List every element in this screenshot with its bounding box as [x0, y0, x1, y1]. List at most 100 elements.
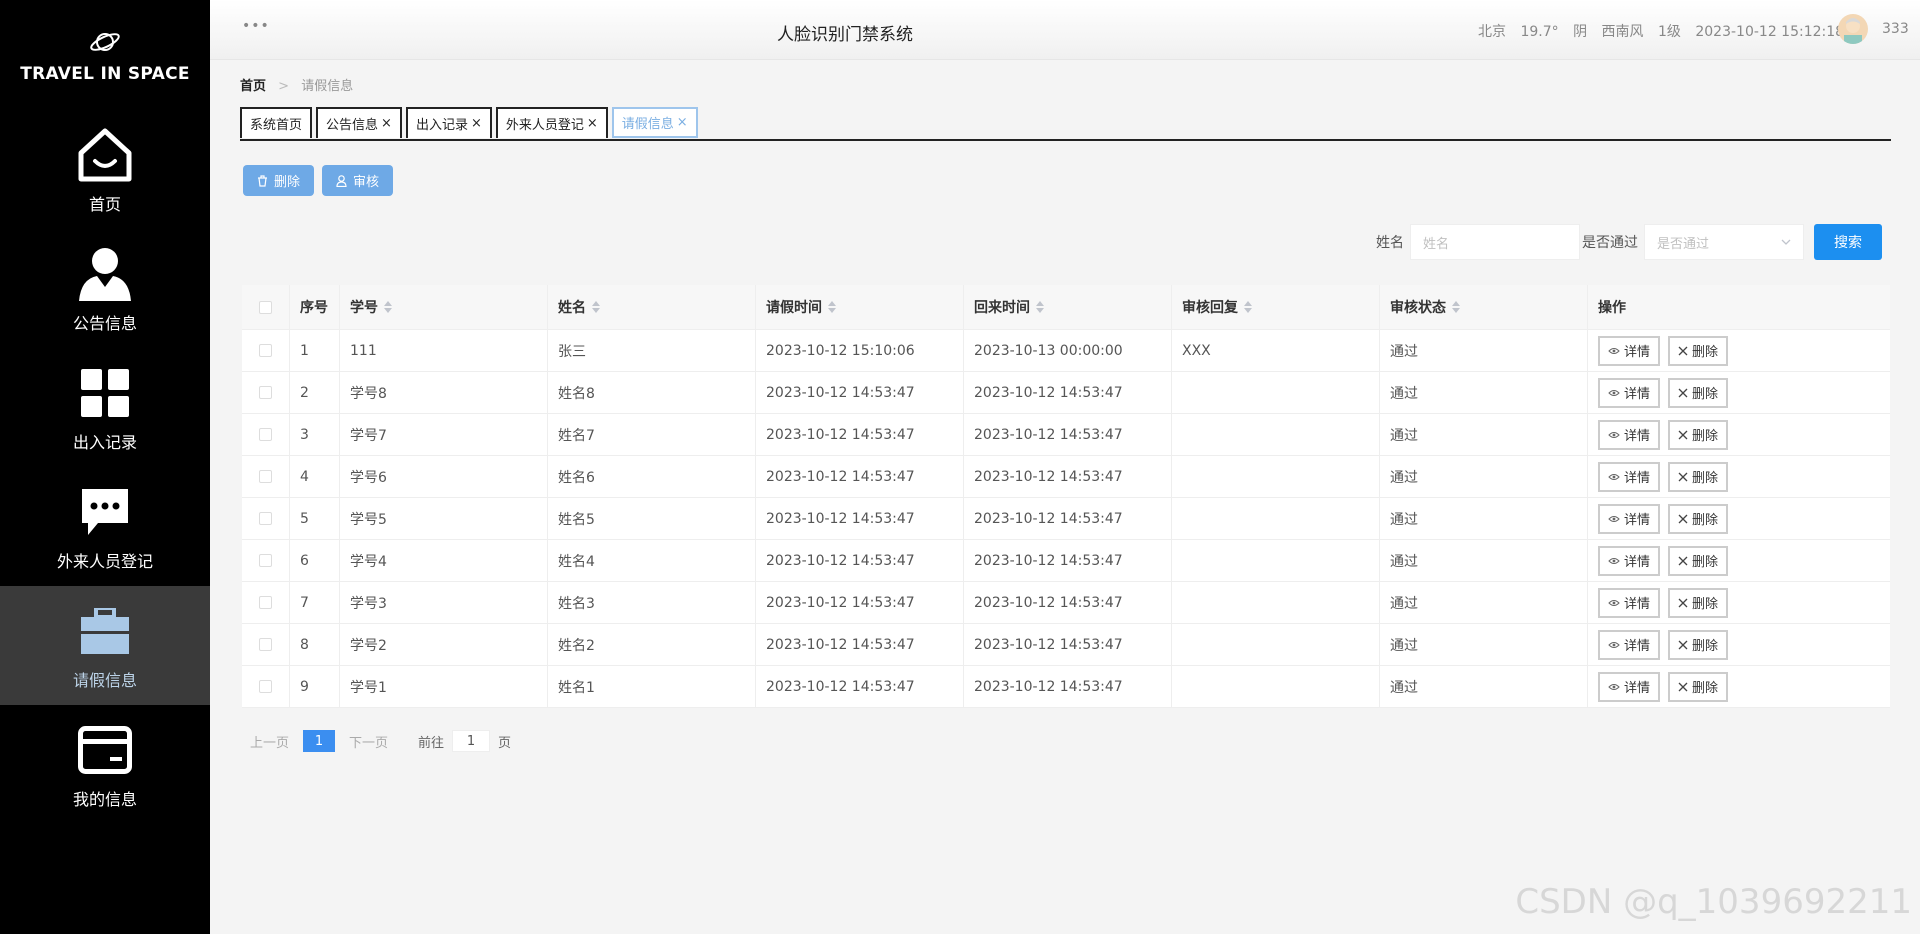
sidebar-item-home[interactable]: 首页 [0, 110, 210, 229]
select-all-checkbox[interactable] [259, 300, 272, 314]
cell-name: 姓名8 [548, 372, 756, 413]
eye-icon [1608, 557, 1620, 564]
toolbar: 删除 审核 [243, 165, 394, 196]
header-audit-reply[interactable]: 审核回复 [1172, 285, 1380, 329]
cell-leave-time: 2023-10-12 14:53:47 [756, 582, 964, 623]
cell-operations: 详情 删除 [1588, 582, 1890, 623]
pagination: 上一页 1 下一页 前往 1 页 [250, 730, 511, 752]
cell-name: 姓名3 [548, 582, 756, 623]
row-checkbox[interactable] [259, 470, 272, 483]
row-checkbox[interactable] [259, 638, 272, 651]
cell-index: 4 [290, 456, 340, 497]
cell-return-time: 2023-10-12 14:53:47 [964, 666, 1172, 707]
column-label: 学号 [350, 300, 378, 316]
row-delete-button[interactable]: 删除 [1668, 671, 1729, 702]
row-checkbox[interactable] [259, 596, 272, 609]
row-checkbox[interactable] [259, 344, 272, 357]
planet-icon [90, 33, 120, 51]
row-delete-button[interactable]: 删除 [1668, 545, 1729, 576]
username[interactable]: 333 [1882, 21, 1909, 37]
pass-status-select[interactable]: 是否通过 [1644, 224, 1804, 260]
header-leave-time[interactable]: 请假时间 [756, 285, 964, 329]
sort-icon[interactable] [1244, 301, 1252, 313]
row-checkbox[interactable] [259, 554, 272, 567]
row-checkbox[interactable] [259, 386, 272, 399]
header-student-id[interactable]: 学号 [340, 285, 548, 329]
prev-page-button[interactable]: 上一页 [250, 732, 289, 751]
sort-icon[interactable] [828, 301, 836, 313]
goto-page-input[interactable]: 1 [452, 730, 491, 752]
cell-operations: 详情 删除 [1588, 540, 1890, 581]
sidebar-item-my-info[interactable]: 我的信息 [0, 705, 210, 824]
next-page-button[interactable]: 下一页 [349, 732, 388, 751]
logo-text: TRAVEL IN SPACE [20, 64, 190, 84]
close-icon [1678, 682, 1688, 691]
name-search-input[interactable]: 姓名 [1410, 224, 1580, 260]
page-number-current[interactable]: 1 [303, 730, 336, 752]
cell-audit-reply [1172, 414, 1380, 455]
close-icon[interactable]: × [677, 115, 688, 130]
avatar[interactable] [1838, 14, 1868, 44]
cell-student-id: 学号3 [340, 582, 548, 623]
detail-button[interactable]: 详情 [1598, 461, 1661, 492]
sidebar-item-leave-info[interactable]: 请假信息 [0, 586, 210, 705]
audit-button[interactable]: 审核 [322, 165, 394, 196]
close-icon[interactable]: × [587, 116, 598, 131]
cell-audit-status: 通过 [1380, 456, 1588, 497]
button-label: 详情 [1624, 555, 1651, 570]
row-delete-button[interactable]: 删除 [1668, 461, 1729, 492]
row-select-cell [242, 414, 290, 455]
detail-button[interactable]: 详情 [1598, 587, 1661, 618]
sort-icon[interactable] [1452, 301, 1460, 313]
batch-delete-button[interactable]: 删除 [243, 165, 315, 196]
row-delete-button[interactable]: 删除 [1668, 377, 1729, 408]
sidebar-item-announcements[interactable]: 公告信息 [0, 229, 210, 348]
search-button[interactable]: 搜索 [1814, 224, 1882, 260]
sort-icon[interactable] [1036, 301, 1044, 313]
sidebar-item-access-records[interactable]: 出入记录 [0, 348, 210, 467]
detail-button[interactable]: 详情 [1598, 419, 1661, 450]
button-label: 删除 [274, 174, 301, 189]
sort-icon[interactable] [384, 301, 392, 313]
breadcrumb: 首页 > 请假信息 [240, 75, 353, 94]
tab-access-records[interactable]: 出入记录 × [405, 107, 492, 138]
row-select-cell [242, 540, 290, 581]
close-icon[interactable]: × [381, 116, 392, 131]
close-icon [1678, 430, 1688, 439]
detail-button[interactable]: 详情 [1598, 503, 1661, 534]
cell-return-time: 2023-10-12 14:53:47 [964, 624, 1172, 665]
detail-button[interactable]: 详情 [1598, 545, 1661, 576]
tab-leave-info[interactable]: 请假信息 × [611, 107, 698, 138]
row-checkbox[interactable] [259, 680, 272, 693]
detail-button[interactable]: 详情 [1598, 671, 1661, 702]
tab-announcements[interactable]: 公告信息 × [316, 107, 402, 138]
row-delete-button[interactable]: 删除 [1668, 335, 1729, 366]
header-audit-status[interactable]: 审核状态 [1380, 285, 1588, 329]
tab-system-home[interactable]: 系统首页 [240, 107, 313, 138]
sidebar-item-visitor-registration[interactable]: 外来人员登记 [0, 467, 210, 586]
cell-name: 姓名7 [548, 414, 756, 455]
tab-visitor-registration[interactable]: 外来人员登记 × [495, 107, 608, 138]
row-delete-button[interactable]: 删除 [1668, 629, 1729, 660]
row-delete-button[interactable]: 删除 [1668, 419, 1729, 450]
close-icon [1678, 472, 1688, 481]
cell-audit-reply [1172, 498, 1380, 539]
row-checkbox[interactable] [259, 512, 272, 525]
table-body: 1 111 张三 2023-10-12 15:10:06 2023-10-13 … [242, 330, 1890, 708]
sort-icon[interactable] [592, 301, 600, 313]
cell-audit-reply [1172, 582, 1380, 623]
close-icon[interactable]: × [471, 116, 482, 131]
row-delete-button[interactable]: 删除 [1668, 503, 1729, 534]
row-checkbox[interactable] [259, 428, 272, 441]
header-return-time[interactable]: 回来时间 [964, 285, 1172, 329]
detail-button[interactable]: 详情 [1598, 629, 1661, 660]
row-delete-button[interactable]: 删除 [1668, 587, 1729, 618]
sidebar: TRAVEL IN SPACE 首页 公告信息 出入记录 外来人员登记 请假信息 [0, 0, 210, 934]
header-name[interactable]: 姓名 [548, 285, 756, 329]
breadcrumb-home[interactable]: 首页 [240, 79, 266, 94]
search-bar: 姓名 姓名 是否通过 是否通过 搜索 [1376, 224, 1882, 260]
cell-audit-status: 通过 [1380, 582, 1588, 623]
detail-button[interactable]: 详情 [1598, 377, 1661, 408]
chat-icon [75, 482, 135, 542]
detail-button[interactable]: 详情 [1598, 335, 1661, 366]
